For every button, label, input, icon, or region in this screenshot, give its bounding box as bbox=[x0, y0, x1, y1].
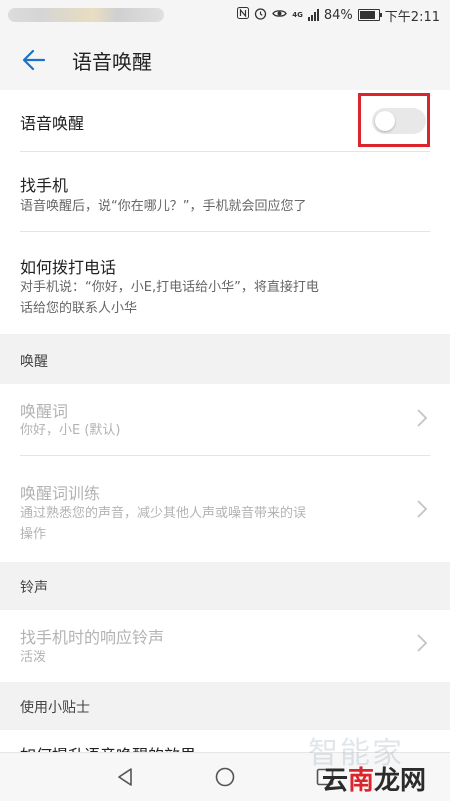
wake-word-title: 唤醒词 bbox=[20, 402, 69, 421]
how-to-call-desc-line2: 话给您的联系人小华 bbox=[20, 301, 138, 316]
section-header-ringtone: 铃声 bbox=[0, 562, 450, 610]
battery-percent: 84% bbox=[323, 7, 353, 23]
response-ringtone-title: 找手机时的响应铃声 bbox=[20, 628, 165, 647]
back-arrow-icon[interactable] bbox=[18, 44, 50, 76]
page-title: 语音唤醒 bbox=[72, 50, 152, 74]
response-ringtone-value: 活泼 bbox=[20, 650, 47, 665]
signal-icon bbox=[307, 9, 319, 21]
blurred-notifications bbox=[8, 8, 164, 22]
voice-wake-label: 语音唤醒 bbox=[20, 114, 85, 133]
battery-icon bbox=[357, 9, 382, 21]
wake-training-title: 唤醒词训练 bbox=[20, 484, 101, 503]
status-bar: 4G 84% 下午2:11 bbox=[0, 0, 450, 30]
find-phone-title: 找手机 bbox=[20, 176, 69, 195]
watermark-part: 龙网 bbox=[374, 766, 427, 796]
eye-icon bbox=[272, 8, 288, 23]
chevron-right-icon bbox=[416, 499, 428, 519]
section-title: 使用小贴士 bbox=[20, 700, 90, 716]
watermark-accent: 南 bbox=[348, 766, 375, 796]
find-phone-row: 找手机 语音唤醒后，说“你在哪儿？”，手机就会回应您了 bbox=[0, 152, 450, 232]
wake-training-desc-line1: 通过熟悉您的声音，减少其他人声或噪音带来的误 bbox=[20, 506, 307, 521]
network-type: 4G bbox=[292, 10, 303, 19]
watermark-logo: 云南龙网 bbox=[322, 760, 426, 797]
chevron-right-icon bbox=[416, 633, 428, 653]
tips-item-title: 如何提升语音唤醒的效果 bbox=[20, 742, 196, 752]
section-header-tips: 使用小贴士 bbox=[0, 682, 450, 730]
wake-training-row[interactable]: 唤醒词训练 通过熟悉您的声音，减少其他人声或噪音带来的误 操作 bbox=[0, 456, 450, 562]
nav-back-icon[interactable] bbox=[114, 766, 136, 788]
find-phone-desc: 语音唤醒后，说“你在哪儿？”，手机就会回应您了 bbox=[20, 199, 307, 214]
chevron-right-icon bbox=[416, 408, 428, 428]
app-bar: 语音唤醒 bbox=[0, 30, 450, 90]
how-to-call-title: 如何拨打电话 bbox=[20, 258, 117, 277]
nfc-icon bbox=[237, 7, 250, 23]
response-ringtone-row[interactable]: 找手机时的响应铃声 活泼 bbox=[0, 610, 450, 682]
wake-word-row[interactable]: 唤醒词 你好，小E (默认) bbox=[0, 384, 450, 456]
alarm-icon bbox=[254, 7, 267, 24]
highlight-box bbox=[358, 93, 430, 147]
section-title: 唤醒 bbox=[20, 354, 48, 370]
section-title: 铃声 bbox=[20, 580, 48, 596]
watermark-part: 云 bbox=[322, 766, 349, 796]
wake-training-desc-line2: 操作 bbox=[20, 527, 47, 542]
nav-home-icon[interactable] bbox=[214, 766, 236, 788]
how-to-call-desc-line1: 对手机说：“你好，小E,打电话给小华”，将直接打电 bbox=[20, 280, 319, 295]
status-icons: 4G 84% 下午2:11 bbox=[237, 6, 440, 25]
section-header-wake: 唤醒 bbox=[0, 334, 450, 384]
how-to-call-row: 如何拨打电话 对手机说：“你好，小E,打电话给小华”，将直接打电 话给您的联系人… bbox=[0, 232, 450, 334]
clock: 下午2:11 bbox=[384, 9, 440, 25]
wake-word-value: 你好，小E (默认) bbox=[20, 423, 121, 438]
